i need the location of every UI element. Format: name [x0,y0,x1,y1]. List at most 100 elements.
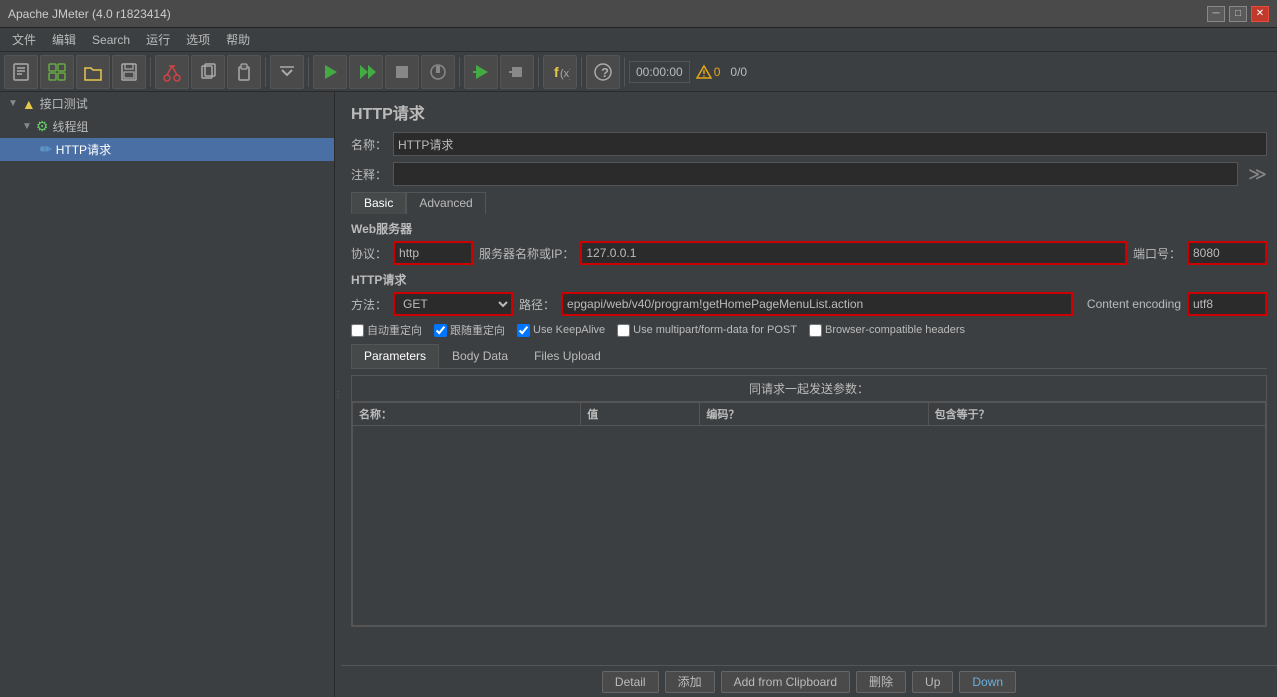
menu-search[interactable]: Search [84,31,138,49]
tab-basic[interactable]: Basic [351,192,406,214]
protocol-label: 协议： [351,245,387,262]
menu-options[interactable]: 选项 [178,29,218,50]
toolbar-open-button[interactable] [76,55,110,89]
browser-compatible-checkbox[interactable]: Browser-compatible headers [809,324,965,337]
web-server-label: Web服务器 [351,220,1267,237]
detail-button[interactable]: Detail [602,671,659,693]
parameters-table-container: 同请求一起发送参数： 名称： 值 编码？ 包含等于？ [351,375,1267,627]
toolbar-paste-button[interactable] [227,55,261,89]
toolbar-divider-7 [624,57,625,87]
toolbar-divider-3 [308,57,309,87]
toolbar-shutdown-button[interactable] [421,55,455,89]
toolbar-help-button[interactable]: ? [586,55,620,89]
method-select[interactable]: GET POST PUT DELETE [393,292,513,316]
menu-help[interactable]: 帮助 [218,29,258,50]
method-label: 方法： [351,296,387,313]
sub-tab-parameters[interactable]: Parameters [351,344,439,368]
toolbar-functions-button[interactable]: f(x) [543,55,577,89]
maximize-button[interactable]: □ [1229,6,1247,22]
toolbar-cut-button[interactable] [155,55,189,89]
menu-file[interactable]: 文件 [4,29,44,50]
toolbar-remote-stop-button[interactable] [500,55,534,89]
comment-row: 注释： ≫ [351,162,1267,186]
add-button[interactable]: 添加 [665,671,715,693]
http-request-section: HTTP请求 方法： GET POST PUT DELETE 路径： Conte… [351,271,1267,316]
svg-text:f: f [554,64,559,80]
toolbar: f(x) ? 00:00:00 0 0/0 [0,52,1277,92]
svg-text:?: ? [601,65,609,80]
http-section-label: HTTP请求 [351,271,1267,288]
col-name: 名称： [353,403,581,426]
auto-redirect-input[interactable] [351,324,364,337]
toolbar-start-no-pause-button[interactable] [349,55,383,89]
toolbar-start-button[interactable] [313,55,347,89]
protocol-input[interactable] [393,241,473,265]
server-label: 服务器名称或IP： [479,245,574,262]
col-include: 包含等于？ [928,403,1265,426]
add-clipboard-button[interactable]: Add from Clipboard [721,671,850,693]
toolbar-divider-6 [581,57,582,87]
sidebar: ▼ ▲ 接口测试 ▼ ⚙ 线程组 ✏ HTTP请求 [0,92,335,697]
auto-redirect-checkbox[interactable]: 自动重定向 [351,322,422,338]
content-scroll: HTTP请求 名称： 注释： ≫ Basic Advanced Web服务器 [341,92,1277,665]
keepalive-input[interactable] [517,324,530,337]
multipart-input[interactable] [617,324,630,337]
menu-edit[interactable]: 编辑 [44,29,84,50]
web-server-section: Web服务器 协议： 服务器名称或IP： 端口号： [351,220,1267,265]
checkbox-row: 自动重定向 跟随重定向 Use KeepAlive Use multipart/… [351,322,1267,338]
main-tab-bar: Basic Advanced [351,192,1267,214]
name-row: 名称： [351,132,1267,156]
encoding-input[interactable] [1187,292,1267,316]
toolbar-save-button[interactable] [112,55,146,89]
port-label: 端口号： [1133,245,1181,262]
app-title: Apache JMeter (4.0 r1823414) [8,7,171,21]
param-table-body [353,426,1266,626]
toolbar-new-button[interactable] [4,55,38,89]
test-plan-icon: ▲ [22,96,36,112]
toolbar-expand-button[interactable] [270,55,304,89]
tab-advanced[interactable]: Advanced [406,192,485,214]
delete-button[interactable]: 删除 [856,671,906,693]
encoding-label: Content encoding [1087,297,1181,311]
sidebar-item-test-plan[interactable]: ▼ ▲ 接口测试 [0,92,334,115]
name-label: 名称： [351,136,387,153]
toolbar-divider-4 [459,57,460,87]
port-input[interactable] [1187,241,1267,265]
sidebar-label-thread-group: 线程组 [52,118,88,135]
error-counter: 0/0 [726,65,751,79]
toolbar-copy-button[interactable] [191,55,225,89]
minimize-button[interactable]: ─ [1207,6,1225,22]
table-row-empty [353,426,1266,626]
toolbar-remote-start-button[interactable] [464,55,498,89]
sub-tab-body-data[interactable]: Body Data [439,344,521,368]
menu-run[interactable]: 运行 [138,29,178,50]
tree-arrow-test-plan: ▼ [8,98,18,109]
up-button[interactable]: Up [912,671,953,693]
server-input[interactable] [580,241,1127,265]
multipart-checkbox[interactable]: Use multipart/form-data for POST [617,324,797,337]
browser-compatible-input[interactable] [809,324,822,337]
warning-indicator: 0 [692,64,725,80]
sub-tab-files-upload[interactable]: Files Upload [521,344,614,368]
comment-input[interactable] [393,162,1238,186]
sub-tab-bar: Parameters Body Data Files Upload [351,344,1267,369]
follow-redirect-checkbox[interactable]: 跟随重定向 [434,322,505,338]
keepalive-checkbox[interactable]: Use KeepAlive [517,324,605,337]
close-button[interactable]: ✕ [1251,6,1269,22]
toolbar-templates-button[interactable] [40,55,74,89]
multipart-label: Use multipart/form-data for POST [633,324,797,336]
warning-count: 0 [714,65,721,79]
down-button[interactable]: Down [959,671,1016,693]
method-path-row: 方法： GET POST PUT DELETE 路径： Content enco… [351,292,1267,316]
toolbar-stop-button[interactable] [385,55,419,89]
name-input[interactable] [393,132,1267,156]
window-controls: ─ □ ✕ [1207,6,1269,22]
comment-label: 注释： [351,166,387,183]
sidebar-item-thread-group[interactable]: ▼ ⚙ 线程组 [0,115,334,138]
col-value: 值 [581,403,700,426]
path-input[interactable] [561,292,1073,316]
sidebar-label-http-request: HTTP请求 [56,141,111,158]
follow-redirect-input[interactable] [434,324,447,337]
timer-display: 00:00:00 [629,61,690,83]
sidebar-item-http-request[interactable]: ✏ HTTP请求 [0,138,334,161]
